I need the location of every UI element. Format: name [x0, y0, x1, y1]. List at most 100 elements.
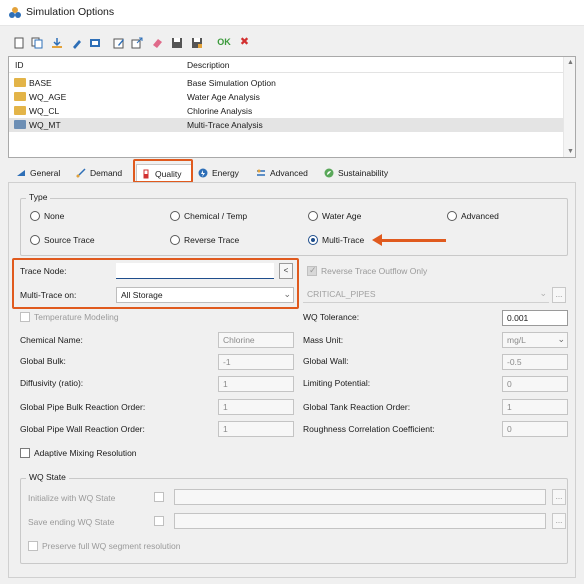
- limiting-potential-label: Limiting Potential:: [303, 378, 371, 388]
- radio-water-age[interactable]: Water Age: [308, 211, 361, 221]
- initialize-wq-ellipsis-button[interactable]: ...: [552, 489, 566, 505]
- copy-icon[interactable]: [88, 36, 101, 49]
- initialize-wq-path-input[interactable]: [174, 489, 546, 505]
- import-icon[interactable]: [50, 36, 63, 49]
- checkbox-box: [307, 265, 317, 276]
- bulk-order-input[interactable]: 1: [218, 399, 294, 415]
- delete-icon[interactable]: [150, 36, 163, 49]
- list-header: ID Description: [9, 57, 564, 73]
- tab-demand[interactable]: Demand: [72, 164, 126, 182]
- adaptive-mixing-checkbox[interactable]: Adaptive Mixing Resolution: [20, 448, 137, 458]
- radio-label: Chemical / Temp: [184, 211, 248, 221]
- column-description[interactable]: Description: [187, 60, 230, 70]
- edit-icon[interactable]: [112, 36, 125, 49]
- column-id[interactable]: ID: [15, 60, 24, 70]
- critical-pipes-select[interactable]: CRITICAL_PIPES ⌄: [303, 287, 549, 303]
- general-icon: [16, 168, 26, 178]
- save-icon[interactable]: [170, 36, 183, 49]
- checkbox-label: Preserve full WQ segment resolution: [42, 541, 181, 551]
- diffusivity-input[interactable]: 1: [218, 376, 294, 392]
- list-item-id: WQ_CL: [29, 106, 60, 116]
- list-item-description: Water Age Analysis: [187, 92, 260, 102]
- ok-button[interactable]: OK: [216, 36, 232, 49]
- list-item-description: Chlorine Analysis: [187, 106, 253, 116]
- radio-circle: [308, 211, 318, 221]
- tank-order-input[interactable]: 1: [502, 399, 568, 415]
- checkbox-label: Adaptive Mixing Resolution: [34, 448, 137, 458]
- save-ending-wq-path-input[interactable]: [174, 513, 546, 529]
- save-ending-wq-checkbox[interactable]: [154, 516, 164, 526]
- tab-energy[interactable]: Energy: [194, 164, 243, 182]
- cancel-icon[interactable]: ✖: [238, 36, 251, 49]
- list-item[interactable]: WQ_AGE Water Age Analysis: [9, 90, 564, 104]
- radio-reverse-trace[interactable]: Reverse Trace: [170, 235, 239, 245]
- scroll-up-icon[interactable]: ▲: [567, 59, 574, 66]
- trace-fields-highlight: [12, 258, 299, 309]
- checkbox-box: [28, 541, 38, 551]
- limiting-potential-input[interactable]: 0: [502, 376, 568, 392]
- tab-general[interactable]: General: [12, 164, 64, 182]
- app-icon: [9, 7, 21, 18]
- global-bulk-input[interactable]: -1: [218, 354, 294, 370]
- save-ending-wq-ellipsis-button[interactable]: ...: [552, 513, 566, 529]
- global-wall-input[interactable]: -0.5: [502, 354, 568, 370]
- list-item-id: BASE: [29, 78, 52, 88]
- radio-label: None: [44, 211, 65, 221]
- mass-unit-value: mg/L: [507, 335, 526, 345]
- checkbox-label: Reverse Trace Outflow Only: [321, 266, 428, 276]
- critical-pipes-ellipsis-button[interactable]: ...: [552, 287, 566, 303]
- list-item-description: Base Simulation Option: [187, 78, 276, 88]
- chemical-name-label: Chemical Name:: [20, 335, 83, 345]
- mass-unit-select[interactable]: mg/L ⌄: [502, 332, 568, 348]
- wq-tolerance-input[interactable]: 0.001: [502, 310, 568, 326]
- save-as-icon[interactable]: [190, 36, 203, 49]
- list-item-id: WQ_MT: [29, 120, 61, 130]
- options-list: ID Description BASE Base Simulation Opti…: [8, 56, 576, 158]
- list-scrollbar[interactable]: ▲ ▼: [563, 57, 575, 157]
- list-item[interactable]: BASE Base Simulation Option: [9, 76, 564, 90]
- radio-source-trace[interactable]: Source Trace: [30, 235, 95, 245]
- temperature-modeling-checkbox[interactable]: Temperature Modeling: [20, 312, 119, 322]
- radio-multi-trace[interactable]: Multi-Trace: [308, 235, 364, 245]
- radio-circle: [30, 211, 40, 221]
- save-ending-wq-label: Save ending WQ State: [28, 517, 115, 527]
- tab-label: Energy: [212, 168, 239, 178]
- radio-label: Source Trace: [44, 235, 95, 245]
- radio-circle: [447, 211, 457, 221]
- radio-chemical-temp[interactable]: Chemical / Temp: [170, 211, 247, 221]
- wall-order-input[interactable]: 1: [218, 421, 294, 437]
- mass-unit-label: Mass Unit:: [303, 335, 344, 345]
- roughness-input[interactable]: 0: [502, 421, 568, 437]
- checkbox-box: [154, 492, 164, 502]
- type-group: [20, 198, 568, 256]
- global-bulk-label: Global Bulk:: [20, 356, 66, 366]
- annotation-arrow-line: [380, 238, 446, 242]
- radio-none[interactable]: None: [30, 211, 64, 221]
- radio-advanced[interactable]: Advanced: [447, 211, 499, 221]
- quality-tab-highlight: [133, 159, 193, 183]
- folder-open-icon: [14, 120, 26, 129]
- scroll-down-icon[interactable]: ▼: [567, 148, 574, 155]
- reverse-outflow-checkbox[interactable]: Reverse Trace Outflow Only: [307, 265, 428, 276]
- tab-sustainability[interactable]: Sustainability: [320, 164, 392, 182]
- chemical-name-input[interactable]: Chlorine: [218, 332, 294, 348]
- radio-label: Reverse Trace: [184, 235, 240, 245]
- rename-icon[interactable]: [70, 36, 83, 49]
- new-icon[interactable]: [12, 36, 25, 49]
- initialize-wq-checkbox[interactable]: [154, 492, 164, 502]
- radio-circle: [30, 235, 40, 245]
- global-wall-label: Global Wall:: [303, 356, 349, 366]
- duplicate-icon[interactable]: [30, 36, 43, 49]
- tab-strip: General Demand Quality Energy Advanced S…: [8, 162, 576, 182]
- tab-label: General: [30, 168, 61, 178]
- list-item-selected[interactable]: WQ_MT Multi-Trace Analysis: [9, 118, 564, 132]
- export-icon[interactable]: [130, 36, 143, 49]
- tab-advanced[interactable]: Advanced: [252, 164, 312, 182]
- tab-label: Demand: [90, 168, 123, 178]
- preserve-resolution-checkbox[interactable]: Preserve full WQ segment resolution: [28, 541, 180, 551]
- tab-label: Sustainability: [338, 168, 389, 178]
- advanced-icon: [256, 168, 266, 178]
- wall-order-label: Global Pipe Wall Reaction Order:: [20, 424, 145, 434]
- list-item[interactable]: WQ_CL Chlorine Analysis: [9, 104, 564, 118]
- folder-icon: [14, 78, 26, 87]
